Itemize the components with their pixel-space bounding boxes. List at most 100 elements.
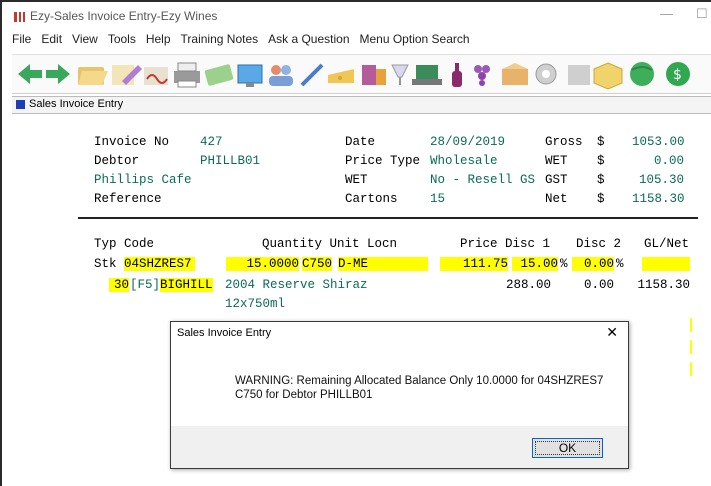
line-type: Stk [94, 257, 117, 271]
col-typ-code: Typ Code [94, 237, 155, 251]
mdi-title-label: Sales Invoice Entry [29, 98, 124, 110]
line-sub-code-input[interactable]: BIGHILL [160, 278, 213, 292]
col-disc2: Disc 2 [576, 237, 622, 251]
dialog-message-line2: C750 for Debtor PHILLB01 [235, 389, 373, 401]
cartons-value[interactable]: 15 [430, 192, 445, 206]
line-sub-discount: 0.00 [583, 278, 614, 292]
line-description: 2004 Reserve Shiraz [225, 278, 368, 292]
highlight-marker [690, 318, 692, 332]
close-icon[interactable]: ✕ [606, 324, 618, 341]
edit-icon[interactable] [112, 65, 142, 85]
line-quantity-input[interactable]: 15.0000 [226, 257, 299, 271]
wet-label: WET [345, 173, 368, 187]
line-disc2-percent: % [616, 257, 624, 271]
line-disc1-percent: % [560, 257, 568, 271]
date-label: Date [345, 135, 376, 149]
grey-box-icon[interactable] [568, 65, 590, 85]
dialog-message: WARNING: Remaining Allocated Balance Onl… [235, 374, 603, 402]
col-glnet: GL/Net [644, 237, 690, 251]
line-f5-key[interactable]: [F5] [130, 278, 160, 292]
dialog-body: WARNING: Remaining Allocated Balance Onl… [171, 344, 628, 426]
toolbar: $ [12, 54, 711, 94]
sign-icon[interactable] [144, 67, 168, 85]
people-icon[interactable] [269, 65, 293, 86]
menu-view[interactable]: View [72, 32, 98, 50]
line-disc1-input[interactable]: 15.00 [512, 257, 558, 271]
dollar-icon[interactable]: $ [666, 62, 690, 86]
cube-icon[interactable] [593, 62, 623, 90]
menu-ask-a-question[interactable]: Ask a Question [268, 32, 349, 50]
menu-bar: File Edit View Tools Help Training Notes… [12, 32, 470, 50]
glass-icon[interactable] [391, 64, 409, 85]
line-code-input[interactable]: 04SHZRES7 [124, 257, 195, 271]
bottle-icon[interactable] [452, 63, 462, 87]
warning-dialog: Sales Invoice Entry ✕ WARNING: Remaining… [170, 321, 629, 469]
line-disc2-input[interactable]: 0.00 [572, 257, 614, 271]
toolbar-icons: $ [18, 62, 690, 90]
window-icon [16, 100, 25, 109]
pen-icon[interactable] [300, 63, 324, 87]
computer-icon[interactable] [412, 65, 442, 85]
wine-icon[interactable] [362, 65, 386, 85]
gst-label: GST [545, 173, 568, 187]
menu-option-search[interactable]: Menu Option Search [360, 32, 470, 50]
debtor-value[interactable]: PHILLB01 [200, 154, 260, 168]
line-unit-input[interactable]: C750 [302, 257, 333, 271]
line-price-input[interactable]: 111.75 [440, 257, 508, 271]
cheese-icon[interactable] [328, 69, 354, 83]
app-window: Ezy-Sales Invoice Entry-Ezy Wines — ☐ Fi… [0, 0, 711, 486]
wet-total-label: WET [545, 154, 568, 168]
invoice-no-value[interactable]: 427 [200, 135, 223, 149]
dialog-message-line1: WARNING: Remaining Allocated Balance Onl… [235, 375, 604, 387]
date-value[interactable]: 28/09/2019 [430, 135, 505, 149]
header-divider [78, 217, 698, 219]
menu-tools[interactable]: Tools [108, 32, 136, 50]
price-type-value[interactable]: Wholesale [430, 154, 498, 168]
back-icon[interactable] [18, 64, 42, 84]
net-label: Net [545, 192, 568, 206]
open-folder-icon[interactable] [78, 67, 108, 85]
dialog-title-bar: Sales Invoice Entry ✕ [171, 322, 628, 344]
maximize-button[interactable]: ☐ [696, 6, 708, 22]
line-glnet-input[interactable] [642, 257, 690, 271]
line-sub-number[interactable]: 30 [109, 278, 129, 292]
wet-value[interactable]: No - Resell GS [430, 173, 535, 187]
dialog-title: Sales Invoice Entry [177, 327, 272, 339]
gross-value: 1053.00 [632, 135, 685, 149]
line-locn-input[interactable]: D-ME [338, 257, 428, 271]
screen-icon[interactable] [237, 64, 263, 87]
net-value: 1158.30 [632, 192, 685, 206]
window-title: Ezy-Sales Invoice Entry-Ezy Wines [30, 9, 218, 23]
gst-value: 105.30 [638, 173, 684, 187]
menu-file[interactable]: File [12, 32, 31, 50]
minimize-button[interactable]: — [660, 6, 673, 21]
line-pack-size: 12x750ml [225, 297, 286, 311]
col-qty-unit-locn: Quantity Unit Locn [262, 237, 398, 251]
highlight-marker [690, 340, 692, 354]
price-type-label: Price Type [345, 154, 421, 168]
wet-total-currency: $ [597, 154, 605, 168]
highlight-marker [690, 362, 692, 376]
box-icon[interactable] [502, 63, 528, 85]
debtor-label: Debtor [94, 154, 140, 168]
reference-label: Reference [94, 192, 162, 206]
gross-currency: $ [597, 135, 605, 149]
menu-help[interactable]: Help [146, 32, 171, 50]
grapes-icon[interactable] [474, 65, 490, 86]
menu-training-notes[interactable]: Training Notes [181, 32, 259, 50]
forward-icon[interactable] [46, 64, 70, 84]
money-icon[interactable] [204, 64, 234, 86]
cartons-label: Cartons [345, 192, 398, 206]
gst-currency: $ [597, 173, 605, 187]
printer-icon[interactable] [174, 62, 200, 88]
svg-text:$: $ [673, 67, 682, 83]
globe-icon[interactable] [630, 62, 654, 86]
net-currency: $ [597, 192, 605, 206]
wet-total-value: 0.00 [653, 154, 684, 168]
ok-button[interactable]: OK [532, 438, 603, 458]
gross-label: Gross [545, 135, 583, 149]
line-net: 1158.30 [637, 278, 690, 292]
settings-icon[interactable] [535, 63, 557, 85]
col-price-disc1: Price Disc 1 [460, 237, 551, 251]
menu-edit[interactable]: Edit [41, 32, 62, 50]
